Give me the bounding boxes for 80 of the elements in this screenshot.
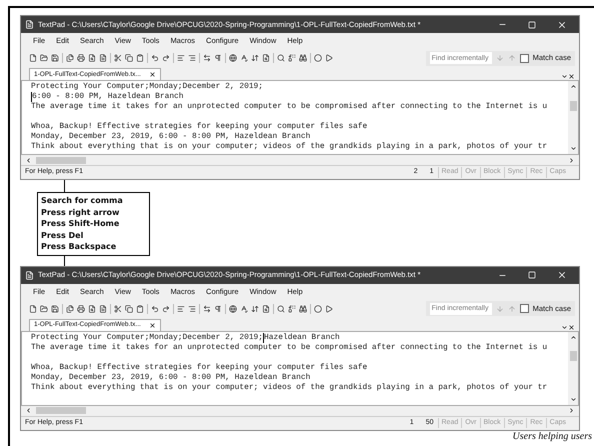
text-cursor [263,332,264,342]
binoculars-icon[interactable] [299,304,307,312]
search-icon[interactable] [277,54,285,62]
redo-icon[interactable] [162,304,170,312]
pilcrow-icon[interactable] [214,304,222,312]
save-icon[interactable] [51,54,59,62]
document-icon[interactable] [99,304,107,312]
align-left-icon[interactable] [177,54,185,62]
copy-icon[interactable] [125,54,133,62]
search-icon[interactable] [277,304,285,312]
scroll-right-icon[interactable] [568,156,575,164]
caret-icon[interactable] [561,324,568,330]
vertical-scrollbar[interactable] [568,332,578,404]
scroll-thumb[interactable] [570,351,576,361]
close-icon[interactable] [568,73,575,80]
documents-icon[interactable] [66,54,74,62]
play-icon[interactable] [325,54,333,62]
play-icon[interactable] [325,304,333,312]
sort-icon[interactable] [251,54,259,62]
scroll-right-icon[interactable] [568,407,575,414]
match-case-checkbox[interactable] [520,54,529,62]
save-icon[interactable] [51,304,59,312]
new-file-icon[interactable] [29,54,37,62]
document-icon[interactable] [99,54,107,62]
instruction-text: Search for comma [41,195,124,206]
app-icon [25,20,34,29]
close-icon[interactable] [148,71,156,78]
globe-icon[interactable] [229,304,237,312]
instruction-text: Press Shift-Home [41,218,120,230]
print-icon[interactable] [77,54,85,62]
undo-icon[interactable] [151,54,159,62]
file-search-icon[interactable] [262,54,270,62]
close-icon[interactable] [568,324,575,330]
scroll-up-icon[interactable] [570,334,576,340]
instruction-text: Press right arrow [41,206,120,218]
paste-icon[interactable] [136,54,144,62]
cut-icon[interactable] [114,54,122,62]
sort-icon[interactable] [251,304,259,312]
record-icon[interactable] [314,304,322,312]
caret-icon[interactable] [561,73,568,80]
replace-icon[interactable] [288,304,296,312]
documents-icon[interactable] [66,304,74,312]
binoculars-icon[interactable] [299,54,307,62]
copy-icon[interactable] [125,304,133,312]
scroll-thumb[interactable] [570,100,576,110]
align-right-icon[interactable] [188,54,196,62]
align-left-icon[interactable] [177,304,185,312]
folder-icon[interactable] [40,304,48,312]
scroll-thumb[interactable] [36,407,86,414]
scroll-thumb[interactable] [36,156,86,164]
cut-icon[interactable] [114,304,122,312]
undo-icon[interactable] [151,304,159,312]
scroll-up-icon[interactable] [570,83,576,90]
file-search-icon[interactable] [262,304,270,312]
pilcrow-icon[interactable] [214,54,222,62]
redo-icon[interactable] [162,54,170,62]
paste-icon[interactable] [136,304,144,312]
align-right-icon[interactable] [188,304,196,312]
folder-icon[interactable] [40,54,48,62]
tagline: Users helping users [512,430,592,442]
swap-icon[interactable] [203,54,211,62]
match-case-checkbox[interactable] [520,304,529,313]
scroll-down-icon[interactable] [570,396,576,402]
close-icon[interactable] [148,322,156,328]
text-cursor [31,92,32,102]
spell-check-icon[interactable] [240,54,248,62]
scroll-left-icon[interactable] [25,156,32,164]
instruction-text: Press Del [41,230,84,241]
instruction-text: Press Backspace [41,241,118,252]
spell-check-icon[interactable] [240,304,248,312]
globe-icon[interactable] [229,54,237,62]
swap-icon[interactable] [203,304,211,312]
record-icon[interactable] [314,54,322,62]
scroll-left-icon[interactable] [25,407,32,414]
new-file-icon[interactable] [29,304,37,312]
scroll-down-icon[interactable] [570,145,576,152]
replace-icon[interactable] [288,54,296,62]
app-icon [25,270,34,280]
vertical-scrollbar[interactable] [568,81,578,154]
print-icon[interactable] [77,304,85,312]
